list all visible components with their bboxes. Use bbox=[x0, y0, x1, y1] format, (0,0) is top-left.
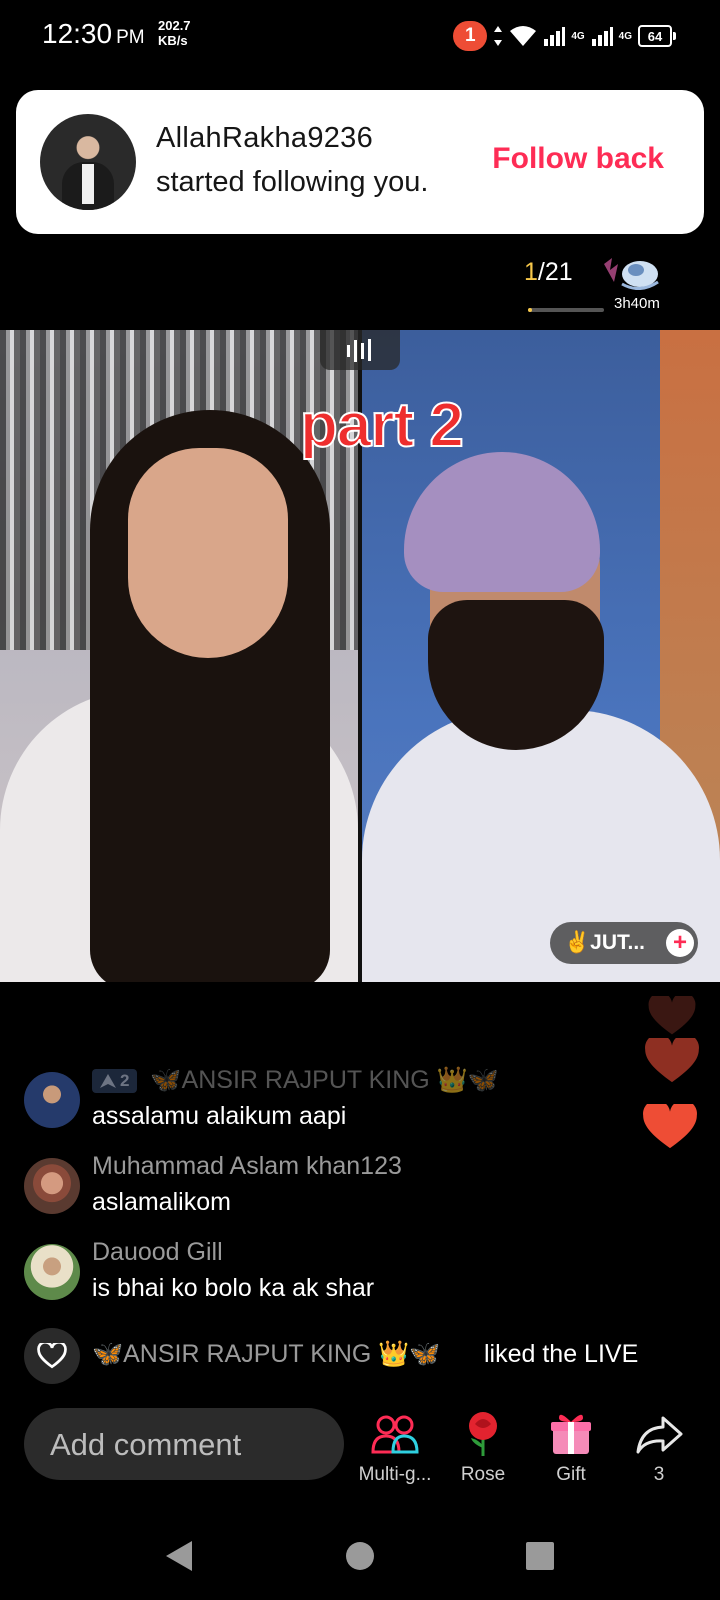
data-arrows-icon bbox=[493, 25, 503, 47]
heart-outline-icon bbox=[24, 1328, 80, 1384]
follow-back-button[interactable]: Follow back bbox=[492, 142, 664, 176]
comment-text: aslamalikom bbox=[92, 1188, 231, 1216]
status-time: 12:30 PM bbox=[42, 18, 145, 50]
rank-progress-fill bbox=[528, 308, 532, 312]
floating-heart-icon-3 bbox=[643, 1104, 697, 1149]
audio-level-tab[interactable] bbox=[320, 330, 400, 370]
recents-square-icon bbox=[526, 1542, 554, 1570]
status-bar: 12:30 PM 202.7 KB/s 1 4G 4G 64 bbox=[0, 0, 720, 72]
follow-notification[interactable]: AllahRakha9236 started following you. Fo… bbox=[16, 90, 704, 234]
follower-avatar[interactable] bbox=[40, 114, 136, 210]
wifi-icon bbox=[509, 25, 537, 47]
back-triangle-icon bbox=[166, 1541, 192, 1571]
share-count: 3 bbox=[653, 1464, 665, 1485]
level-number: 2 bbox=[120, 1071, 130, 1091]
floating-heart-icon-2 bbox=[645, 1038, 699, 1083]
add-comment-field[interactable] bbox=[24, 1408, 344, 1482]
multi-guest-button[interactable]: Multi-g... bbox=[350, 1410, 440, 1486]
commenter-name-text: ANSIR RAJPUT KING bbox=[181, 1066, 430, 1094]
floating-heart-icon-1 bbox=[648, 996, 696, 1035]
guest-name: ✌️JUT... bbox=[564, 931, 645, 954]
notification-count-badge: 1 bbox=[453, 21, 488, 51]
multi-guest-label: Multi-g... bbox=[358, 1464, 432, 1485]
battery-indicator: 64 bbox=[638, 25, 676, 47]
share-icon bbox=[636, 1416, 683, 1454]
signal-label-2: 4G bbox=[618, 30, 632, 42]
clock-time: 12:30 bbox=[42, 18, 113, 49]
network-speed-unit: KB/s bbox=[158, 33, 188, 48]
liker-name[interactable]: 🦋ANSIR RAJPUT KING 👑🦋 bbox=[92, 1340, 441, 1369]
commenter-name-prefix: 🦋 bbox=[150, 1066, 182, 1094]
commenter-avatar[interactable] bbox=[24, 1158, 80, 1214]
like-event-text: liked the LIVE bbox=[484, 1340, 639, 1368]
network-speed-value: 202.7 bbox=[158, 18, 191, 33]
audio-bars-icon bbox=[347, 339, 371, 362]
rank-current: 1 bbox=[524, 258, 538, 286]
guest-follow-plus-button[interactable]: + bbox=[666, 929, 694, 957]
gift-icon bbox=[551, 1414, 591, 1454]
signal-label-1: 4G bbox=[571, 30, 585, 42]
follow-message: started following you. bbox=[156, 166, 429, 198]
system-nav-bar bbox=[0, 1510, 720, 1600]
comment-input[interactable] bbox=[48, 1408, 332, 1482]
signal-icon-2 bbox=[591, 26, 613, 46]
rank-total: /21 bbox=[537, 258, 573, 286]
commenter-name-suffix: 👑🦋 bbox=[436, 1066, 499, 1094]
back-nav-button[interactable] bbox=[156, 1534, 200, 1578]
commenter-name[interactable]: Dauood Gill bbox=[92, 1238, 223, 1267]
home-nav-button[interactable] bbox=[338, 1534, 382, 1578]
like-event-row: 🦋ANSIR RAJPUT KING 👑🦋 liked the LIVE bbox=[24, 1328, 704, 1384]
live-timer: 3h40m bbox=[614, 295, 660, 312]
recents-nav-button[interactable] bbox=[518, 1534, 562, 1578]
video-overlay-text: part 2 bbox=[299, 390, 465, 461]
rose-label: Rose bbox=[460, 1464, 506, 1485]
follower-username: AllahRakha9236 bbox=[156, 122, 374, 154]
gift-gallery-icon[interactable] bbox=[600, 254, 662, 290]
commenter-avatar[interactable] bbox=[24, 1072, 80, 1128]
signal-icon-1 bbox=[543, 26, 566, 46]
commenter-name[interactable]: Muhammad Aslam khan123 bbox=[92, 1152, 402, 1181]
clock-ampm: PM bbox=[116, 27, 145, 48]
rank-indicator[interactable]: 1/21 bbox=[524, 258, 573, 287]
level-arrow-icon bbox=[100, 1074, 116, 1089]
comment-text: assalamu alaikum aapi bbox=[92, 1102, 347, 1130]
commenter-name[interactable]: 2 🦋ANSIR RAJPUT KING 👑🦋 bbox=[92, 1066, 499, 1095]
share-button[interactable]: 3 bbox=[614, 1410, 704, 1486]
status-icons: 1 4G 4G 64 bbox=[453, 20, 676, 52]
video-split-view[interactable]: part 2 ✌️JUT... + bbox=[0, 330, 720, 982]
rose-icon bbox=[469, 1412, 497, 1456]
guest-name-tag[interactable]: ✌️JUT... + bbox=[550, 922, 698, 964]
gift-label: Gift bbox=[556, 1464, 586, 1485]
rank-progress-bar bbox=[528, 308, 604, 312]
rose-gift-button[interactable]: Rose bbox=[438, 1410, 528, 1486]
network-speed: 202.7 KB/s bbox=[158, 18, 191, 48]
comment-text: is bhai ko bolo ka ak shar bbox=[92, 1274, 375, 1302]
multi-guest-icon bbox=[371, 1415, 419, 1454]
commenter-avatar[interactable] bbox=[24, 1244, 80, 1300]
live-stream-screen: 12:30 PM 202.7 KB/s 1 4G 4G 64 AllahRakh… bbox=[0, 0, 720, 1600]
home-circle-icon bbox=[346, 1542, 374, 1570]
gift-button[interactable]: Gift bbox=[526, 1410, 616, 1486]
level-badge: 2 bbox=[92, 1069, 138, 1094]
